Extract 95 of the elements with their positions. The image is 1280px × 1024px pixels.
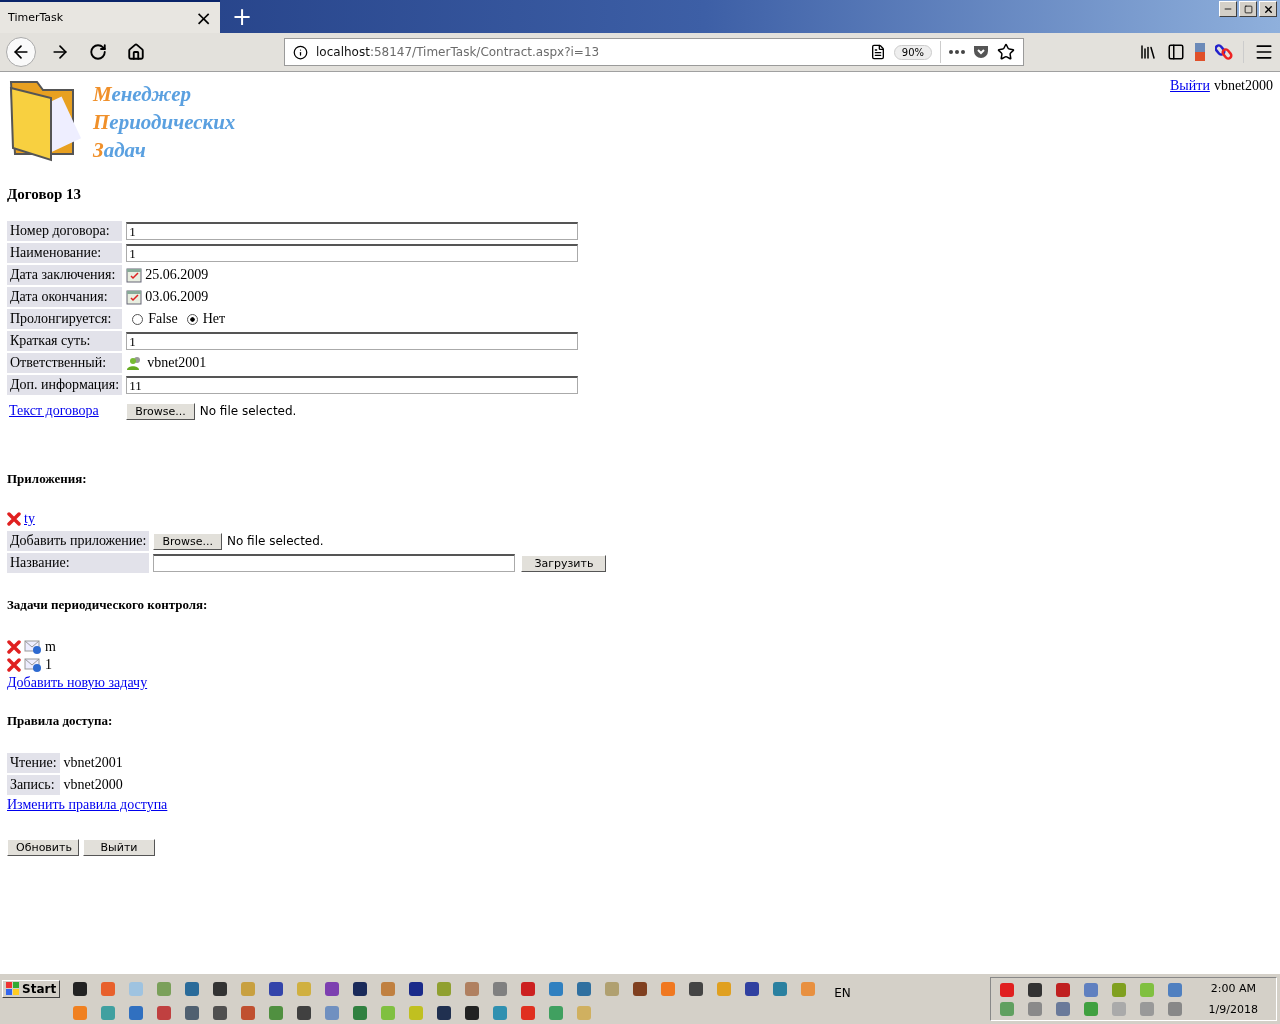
app-square-icon[interactable]: [212, 1004, 228, 1021]
new-tab-button[interactable]: +: [220, 2, 265, 31]
user-value: vbnet2001: [147, 355, 207, 371]
field-label: Номер договора:: [7, 221, 123, 241]
field-label: Пролонгируется:: [7, 309, 123, 329]
date-value: 25.06.2009: [145, 267, 209, 283]
close-button[interactable]: [1259, 1, 1277, 17]
attachment-link[interactable]: ty: [24, 511, 35, 527]
address-bar[interactable]: localhost:58147/TimerTask/Contract.aspx?i=13 90%: [284, 38, 1024, 66]
radio-label: False: [148, 311, 178, 327]
app-square-icon[interactable]: [1026, 981, 1043, 998]
app-square-icon[interactable]: [744, 980, 761, 997]
user-value: vbnet2001: [63, 755, 123, 770]
field-label: Ответственный:: [7, 353, 123, 373]
sidebar-icon: [1167, 43, 1185, 61]
delete-icon[interactable]: [7, 640, 21, 654]
form-button[interactable]: Обновить: [7, 839, 79, 856]
reader-view-icon: [869, 44, 886, 60]
chain-link-icon: [1215, 43, 1233, 61]
restore-button[interactable]: [1239, 1, 1257, 17]
field-label: Дата заключения:: [7, 265, 123, 285]
windows-logo-icon: [6, 981, 20, 996]
field-label: Краткая суть:: [7, 331, 123, 351]
app-square-icon[interactable]: [408, 980, 425, 997]
field-label: Доп. информация:: [7, 375, 123, 395]
app-square-icon[interactable]: [212, 980, 229, 997]
task-name: 1: [45, 657, 52, 673]
star-icon: [997, 43, 1015, 61]
envelope-info-icon[interactable]: [24, 658, 42, 672]
section-heading: Приложения:: [7, 471, 88, 487]
input-field[interactable]: 11: [126, 376, 579, 394]
field-label: Запись:: [7, 775, 60, 795]
app-square-icon[interactable]: [268, 980, 285, 997]
calendar-icon[interactable]: [126, 289, 143, 305]
form-button[interactable]: Выйти: [83, 839, 155, 856]
app-square-icon[interactable]: [688, 980, 705, 997]
radio-label: Нет: [202, 311, 226, 327]
envelope-info-icon[interactable]: [24, 640, 42, 654]
clock-time: 2:00 AM: [1210, 982, 1256, 995]
section-heading: Задачи периодического контроля:: [7, 597, 209, 613]
app-square-icon[interactable]: [352, 980, 369, 997]
calendar-icon[interactable]: [126, 267, 143, 283]
delete-icon[interactable]: [7, 512, 21, 526]
field-label: Дата окончания:: [7, 287, 123, 307]
more-icon[interactable]: [949, 50, 965, 54]
radio-button[interactable]: [132, 313, 144, 325]
delete-icon[interactable]: [7, 658, 21, 672]
app-square-icon[interactable]: [296, 1004, 312, 1021]
pocket-icon: [973, 44, 989, 60]
reload-icon: [89, 43, 107, 61]
start-button[interactable]: Start: [2, 979, 61, 998]
logo-text: Задач: [93, 137, 147, 164]
minimize-button[interactable]: [1219, 1, 1237, 17]
info-icon: [293, 44, 308, 60]
library-icon: [1139, 43, 1157, 61]
restore-icon: [1243, 4, 1253, 14]
app-square-icon[interactable]: [436, 1004, 452, 1021]
add-task-link[interactable]: Добавить новую задачу: [7, 675, 148, 690]
browse-button[interactable]: Browse...: [126, 402, 195, 420]
browser-tab[interactable]: TimerTask ×: [0, 0, 220, 33]
back-button[interactable]: [6, 37, 36, 67]
language-indicator[interactable]: EN: [828, 985, 857, 1000]
browse-button[interactable]: Browse...: [153, 532, 222, 550]
radio-button[interactable]: [186, 313, 198, 325]
field-label: Чтение:: [7, 753, 60, 773]
logo-text: Менеджер: [93, 81, 193, 108]
input-field[interactable]: 1: [126, 222, 579, 240]
task-name: m: [45, 639, 56, 655]
page-title: Договор 13: [7, 186, 82, 203]
file-status: No file selected.: [199, 403, 297, 418]
input-field[interactable]: 1: [126, 244, 579, 262]
change-access-link[interactable]: Изменить правила доступа: [7, 797, 168, 812]
field-label: Наименование:: [7, 243, 123, 263]
user-value: vbnet2000: [63, 777, 123, 792]
menu-icon: [1254, 42, 1274, 62]
logout-link[interactable]: Выйти: [1170, 78, 1210, 164]
upload-button[interactable]: Загрузить: [521, 555, 607, 573]
close-icon[interactable]: ×: [195, 5, 212, 30]
logo-text: Периодических: [93, 109, 236, 136]
app-square-icon[interactable]: [632, 980, 649, 997]
home-icon: [127, 43, 145, 61]
app-square-icon[interactable]: [72, 980, 89, 997]
date-value: 03.06.2009: [145, 289, 209, 305]
section-heading: Правила доступа:: [7, 713, 114, 729]
input-field[interactable]: [153, 553, 516, 572]
zoom-level[interactable]: 90%: [893, 44, 932, 60]
file-status: No file selected.: [226, 533, 324, 548]
contract-text-link[interactable]: Текст договора: [9, 403, 99, 418]
field-label: Название:: [7, 553, 150, 573]
app-square-icon[interactable]: [464, 1004, 480, 1021]
username: vbnet2000: [1213, 78, 1273, 95]
input-field[interactable]: 1: [126, 332, 579, 350]
close-icon: [1262, 3, 1274, 15]
clock-date: 1/9/2018: [1208, 1003, 1258, 1016]
field-label: Добавить приложение:: [7, 531, 150, 551]
